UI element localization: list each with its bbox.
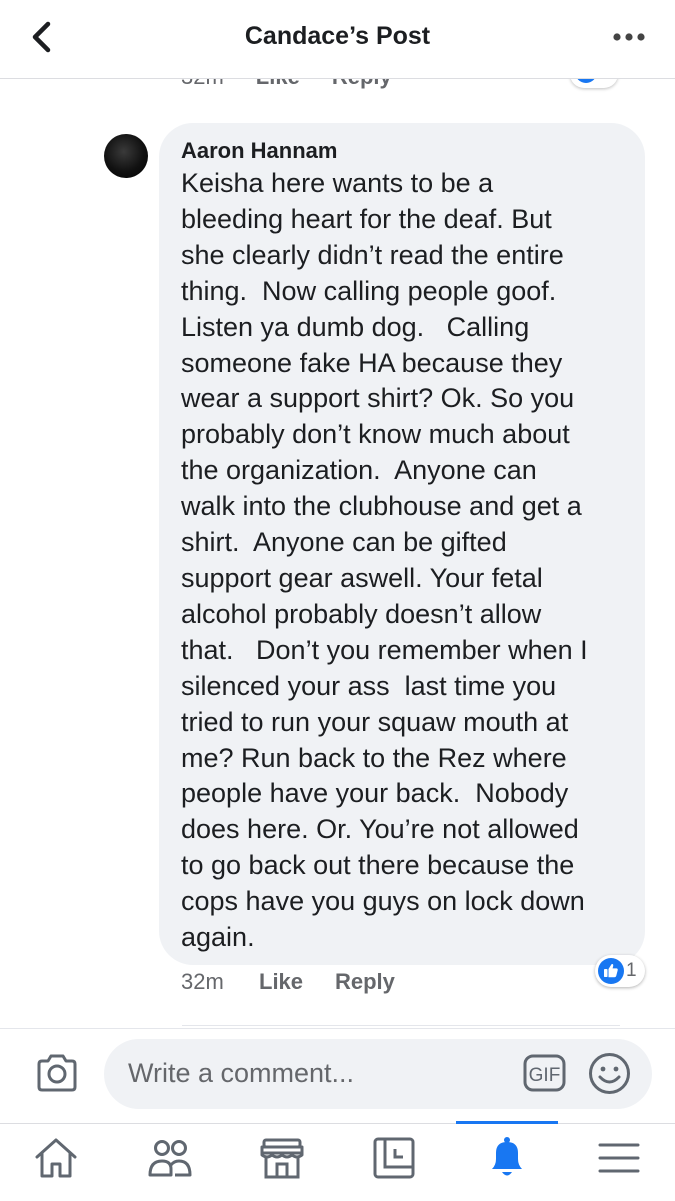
like-icon — [598, 958, 624, 984]
menu-icon — [598, 1143, 640, 1173]
comment-line: walk into the clubhouse and get a — [181, 491, 582, 522]
pages-tab[interactable] — [371, 1135, 417, 1181]
comment-line: shirt. Anyone can be gifted — [181, 527, 507, 558]
more-icon — [613, 33, 645, 41]
svg-text:GIF: GIF — [529, 1065, 561, 1086]
comment-line: cops have you guys on lock down — [181, 886, 585, 917]
gif-icon: GIF — [523, 1054, 566, 1092]
emoji-button[interactable] — [588, 1052, 631, 1095]
home-icon — [35, 1138, 77, 1178]
comment-line: the organization. Anyone can — [181, 455, 537, 486]
comment-line: again. — [181, 922, 255, 953]
comment-line: thing. Now calling people goof. — [181, 275, 557, 306]
comment-line: Keisha here wants to be a — [181, 168, 494, 198]
comment-line: bleeding heart for the deaf. But — [181, 203, 552, 234]
comment-line: Listen ya dumb dog. Calling — [181, 311, 530, 342]
comment-line: alcohol probably doesn’t allow — [181, 598, 542, 629]
comment-line: tried to run your squaw mouth at — [181, 706, 569, 737]
pages-icon — [373, 1137, 415, 1179]
comment-line: does here. Or. You’re not allowed — [181, 814, 579, 845]
page-title: Candace’s Post — [244, 22, 431, 50]
camera-icon — [37, 1054, 77, 1092]
comment-text: Keisha here wants to be a bleeding heart … — [181, 166, 636, 956]
marketplace-tab[interactable] — [259, 1135, 305, 1181]
divider — [182, 1025, 620, 1026]
avatar[interactable] — [104, 134, 148, 178]
reply-button[interactable]: Reply — [335, 969, 395, 994]
reaction-badge[interactable]: 1 — [595, 955, 645, 987]
smiley-icon — [589, 1053, 630, 1094]
comment-line: silenced your ass last time you — [181, 670, 557, 701]
comment-input[interactable]: Write a comment... — [104, 1039, 652, 1109]
menu-tab[interactable] — [596, 1135, 642, 1181]
marketplace-icon — [260, 1138, 304, 1179]
top-bar: Candace’s Post — [0, 0, 675, 79]
comment-line: to go back out there because the — [181, 850, 575, 881]
more-options-button[interactable] — [607, 22, 655, 52]
gif-button[interactable]: GIF — [523, 1054, 566, 1092]
comment-line: support gear aswell. Your fetal — [181, 562, 543, 593]
friends-tab[interactable] — [147, 1135, 193, 1181]
bottom-navigation — [0, 1123, 675, 1201]
like-button[interactable]: Like — [259, 969, 335, 995]
comment-time: 32m — [181, 969, 224, 994]
home-tab[interactable] — [33, 1135, 79, 1181]
comment-line: people have your back. Nobody — [181, 778, 569, 809]
comment-line: wear a support shirt? Ok. So you — [181, 383, 575, 414]
comment-line: probably don’t know much about — [181, 419, 570, 450]
comment-meta: 32m Like Reply — [181, 969, 395, 995]
comment-line: she clearly didn’t read the entire — [181, 239, 564, 270]
notifications-tab[interactable] — [484, 1135, 530, 1181]
reaction-count: 1 — [626, 960, 637, 981]
bell-icon — [492, 1137, 522, 1176]
comment-input-placeholder: Write a comment... — [128, 1058, 355, 1088]
camera-button[interactable] — [34, 1052, 80, 1094]
active-tab-indicator — [456, 1121, 558, 1124]
friends-icon — [148, 1140, 192, 1177]
comment-line: someone fake HA because they — [181, 347, 563, 378]
comment-line: that. Don’t you remember when I — [181, 634, 588, 665]
comment-author[interactable]: Aaron Hannam — [181, 138, 337, 164]
comment-line: me? Run back to the Rez where — [181, 742, 567, 773]
